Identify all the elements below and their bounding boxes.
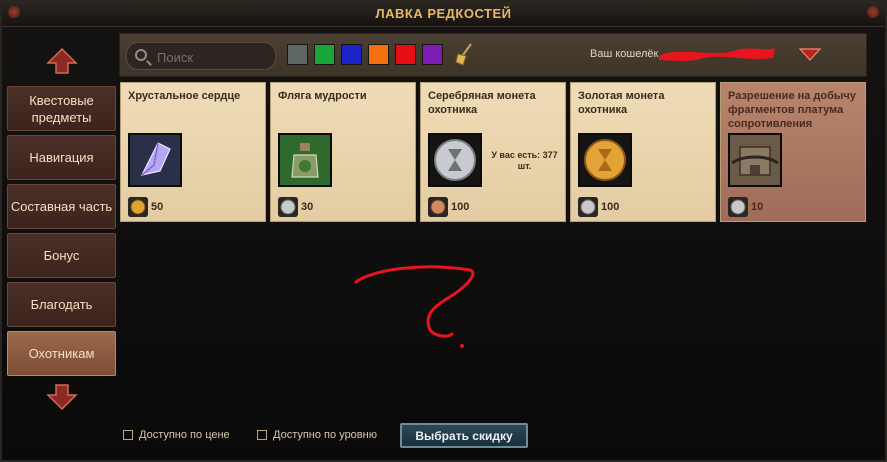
item-card[interactable]: Фляга мудрости 30 — [270, 82, 416, 222]
silver-coin-icon — [728, 197, 748, 217]
item-image — [128, 133, 182, 187]
item-name: Хрустальное сердце — [128, 90, 241, 102]
sidebar-item-bonus[interactable]: Бонус — [7, 233, 116, 278]
silver-hourglass-coin-icon — [430, 135, 480, 185]
filter-bar: Ваш кошелёк — [119, 33, 867, 77]
item-name: Разрешение на добычу фрагментов платума … — [728, 90, 856, 130]
item-price: 100 — [601, 201, 620, 213]
color-swatch-green[interactable] — [314, 44, 335, 65]
item-image — [578, 133, 632, 187]
wallet-label: Ваш кошелёк — [590, 48, 659, 60]
item-card-locked[interactable]: Разрешение на добычу фрагментов платума … — [720, 82, 866, 222]
arrow-up-icon[interactable] — [46, 47, 78, 75]
search-box[interactable] — [126, 42, 276, 70]
sidebar-item-component[interactable]: Составная часть — [7, 184, 116, 229]
item-name: Серебряная монета охотника — [428, 90, 536, 116]
item-image — [278, 133, 332, 187]
wallet-dropdown-icon[interactable] — [798, 46, 822, 62]
item-image — [728, 133, 782, 187]
bronze-coin-icon — [428, 197, 448, 217]
broom-icon[interactable] — [454, 42, 474, 66]
sidebar-item-grace[interactable]: Благодать — [7, 282, 116, 327]
checkbox-box[interactable] — [257, 430, 267, 440]
item-price: 10 — [751, 201, 764, 213]
item-name: Фляга мудрости — [278, 90, 367, 102]
select-discount-button[interactable]: Выбрать скидку — [400, 423, 528, 448]
crystal-icon — [130, 135, 180, 185]
sidebar-item-quest[interactable]: Квестовые предметы — [7, 86, 116, 131]
color-swatch-red[interactable] — [395, 44, 416, 65]
silver-coin-icon — [578, 197, 598, 217]
color-swatch-purple[interactable] — [422, 44, 443, 65]
price-filter-checkbox[interactable]: Доступно по цене — [123, 429, 230, 441]
color-swatch-blue[interactable] — [341, 44, 362, 65]
gold-coin-icon — [128, 197, 148, 217]
checkbox-box[interactable] — [123, 430, 133, 440]
gold-hourglass-coin-icon — [580, 135, 630, 185]
item-card[interactable]: Хрустальное сердце 50 — [120, 82, 266, 222]
chained-chest-icon — [730, 135, 780, 185]
wallet-redaction — [659, 48, 775, 61]
question-mark-annotation — [354, 265, 475, 348]
item-image — [428, 133, 482, 187]
color-swatch-gray[interactable] — [287, 44, 308, 65]
color-swatch-orange[interactable] — [368, 44, 389, 65]
item-price: 100 — [451, 201, 470, 213]
item-card[interactable]: Золотая монета охотника 100 — [570, 82, 716, 222]
window-title: ЛАВКА РЕДКОСТЕЙ — [375, 6, 512, 21]
item-name: Золотая монета охотника — [578, 90, 665, 116]
search-icon — [135, 49, 147, 61]
sidebar-item-navigation[interactable]: Навигация — [7, 135, 116, 180]
price-filter-label: Доступно по цене — [139, 429, 230, 441]
item-price: 30 — [301, 201, 314, 213]
item-card[interactable]: Серебряная монета охотника У вас есть: 3… — [420, 82, 566, 222]
arrow-down-icon[interactable] — [46, 383, 78, 411]
flask-icon — [280, 135, 330, 185]
level-filter-label: Доступно по уровню — [273, 429, 377, 441]
search-input[interactable] — [155, 47, 271, 67]
owned-count: У вас есть: 377 шт. — [491, 150, 558, 171]
silver-coin-icon — [278, 197, 298, 217]
sidebar-item-hunters[interactable]: Охотникам — [7, 331, 116, 376]
shop-window: ЛАВКА РЕДКОСТЕЙ Квестовые предметы Навиг… — [0, 0, 887, 462]
level-filter-checkbox[interactable]: Доступно по уровню — [257, 429, 377, 441]
item-price: 50 — [151, 201, 164, 213]
